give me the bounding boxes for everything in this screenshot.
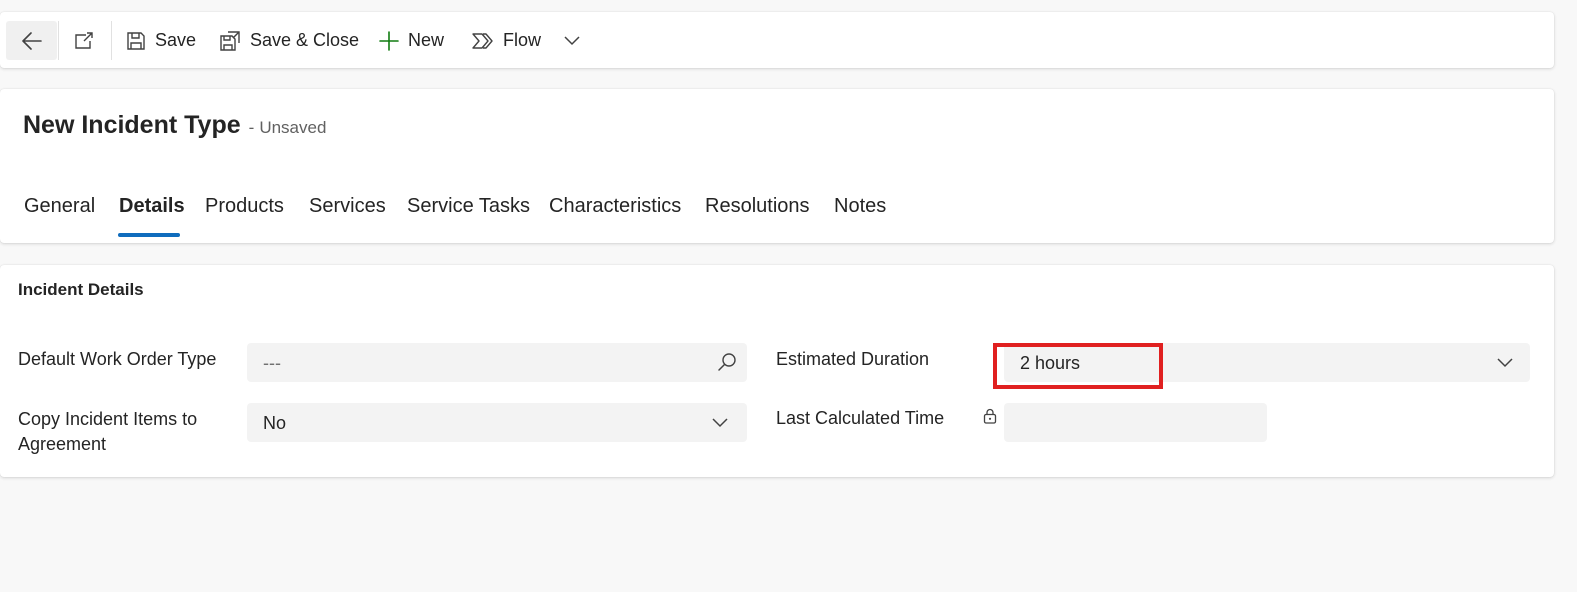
save-label: Save [155,30,197,50]
chevron-down-icon[interactable] [564,35,580,46]
title-separator: - [248,118,255,137]
save-status: Unsaved [259,118,327,137]
save-and-close-label: Save & Close [250,30,360,50]
tab-service-tasks[interactable]: Service Tasks [407,195,530,218]
estimated-duration-select[interactable]: 2 hours [1004,343,1530,382]
copy-incident-items-value: No [263,413,287,433]
save-and-close-button[interactable]: Save & Close [219,21,359,60]
lock-icon [983,408,997,424]
estimated-duration-label: Estimated Duration [776,349,930,369]
flow-button[interactable]: Flow [472,21,580,60]
command-bar: Save Save & Close New Flow [0,12,1554,68]
last-calculated-time-field [1004,403,1267,442]
default-work-order-type-lookup[interactable]: --- [247,343,747,382]
form-header: New Incident Type - Unsaved General Deta… [0,89,1554,243]
toolbar-divider [58,21,59,60]
default-work-order-type-value: --- [263,353,281,373]
arrow-left-icon [21,31,42,50]
page-title: New Incident Type [23,111,241,139]
chevron-down-icon [712,418,728,428]
tab-details[interactable]: Details [119,195,185,218]
open-in-new-window-button[interactable] [62,21,106,60]
popout-icon [75,31,93,49]
tab-services[interactable]: Services [309,195,386,218]
new-button[interactable]: New [379,21,444,60]
save-icon [127,31,145,50]
toolbar-divider [111,21,112,60]
section-title: Incident Details [18,280,144,299]
active-tab-indicator [118,233,180,237]
copy-incident-items-select[interactable]: No [247,403,747,442]
chevron-down-icon [1497,358,1513,368]
last-calculated-time-label: Last Calculated Time [776,408,945,428]
tab-characteristics[interactable]: Characteristics [549,195,681,218]
search-icon[interactable] [717,352,737,372]
plus-icon [379,30,399,51]
save-button[interactable]: Save [126,21,196,60]
title-row: New Incident Type - Unsaved [23,111,326,140]
tab-notes[interactable]: Notes [834,195,886,218]
estimated-duration-value: 2 hours [1020,353,1081,373]
tab-resolutions[interactable]: Resolutions [705,195,810,218]
save-and-close-icon [220,30,240,51]
back-button[interactable] [6,21,57,60]
default-work-order-type-label: Default Work Order Type [18,349,217,369]
tab-general[interactable]: General [24,195,95,218]
flow-label: Flow [503,30,542,50]
tab-products[interactable]: Products [205,195,284,218]
flow-icon [472,32,493,49]
copy-incident-items-label: Copy Incident Items to Agreement [18,409,198,454]
new-label: New [408,30,445,50]
